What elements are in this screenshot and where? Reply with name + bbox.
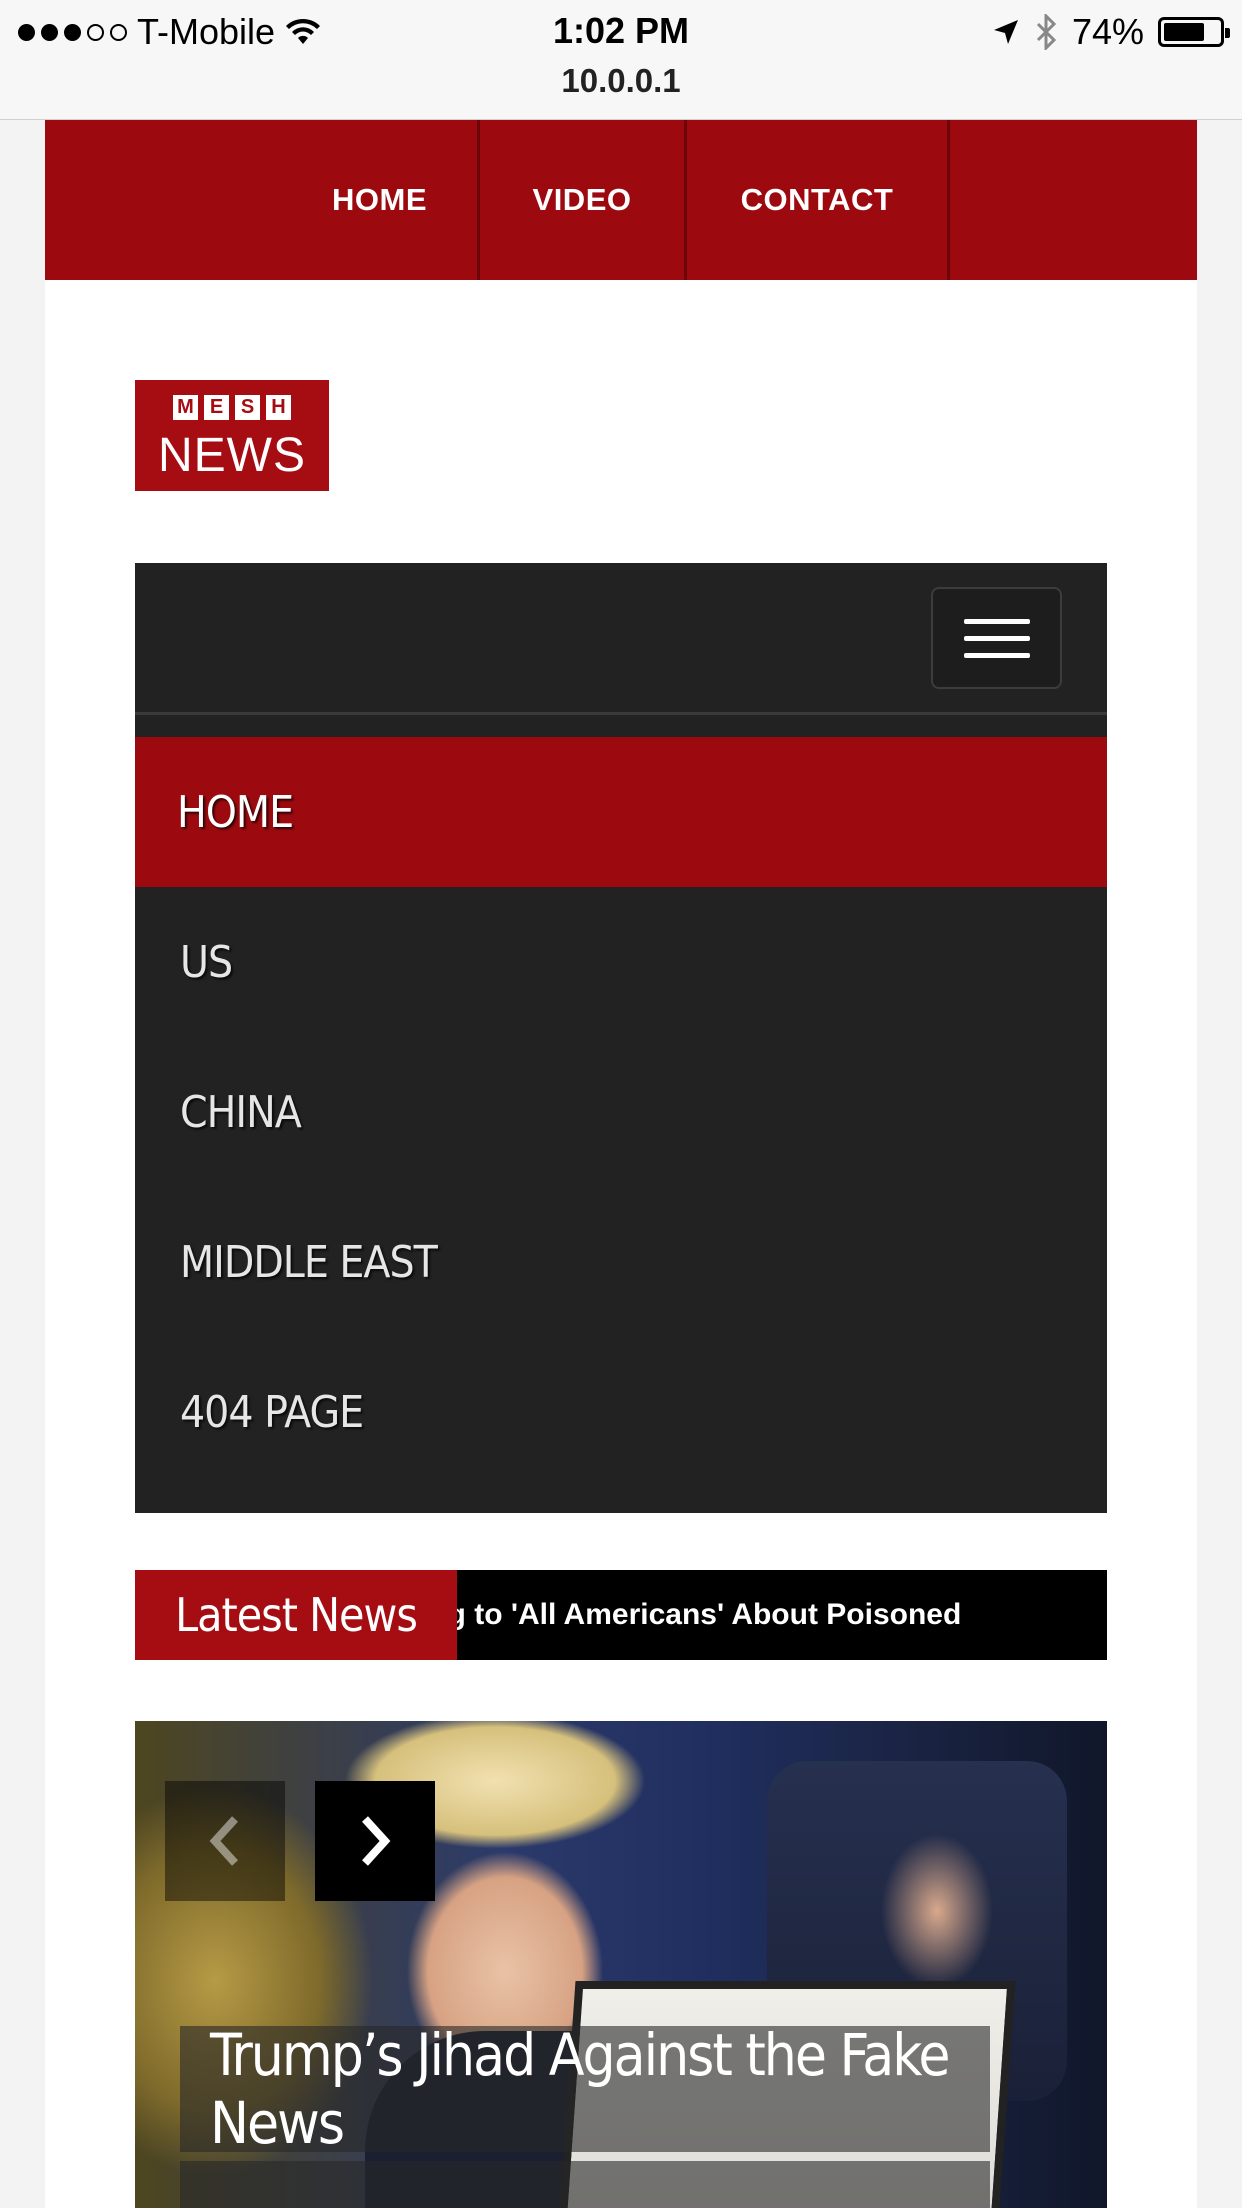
logo-word: NEWS <box>158 429 306 482</box>
ticker-label: Latest News <box>135 1570 457 1660</box>
menu-list: HOME US CHINA MIDDLE EAST 404 PAGE <box>135 737 1107 1487</box>
url-bar[interactable]: 10.0.0.1 <box>0 62 1242 100</box>
battery-percent: 74% <box>1071 11 1144 52</box>
chevron-left-icon <box>209 1816 238 1866</box>
logo-letter-m: M <box>173 395 198 420</box>
menu-item-china[interactable]: CHINA <box>135 1037 1107 1187</box>
location-arrow-icon <box>993 20 1018 44</box>
logo-letter-s: S <box>235 395 260 420</box>
site-logo[interactable]: M E S H NEWS <box>135 380 329 491</box>
slider-subcaption-band <box>180 2161 990 2208</box>
menu-header <box>135 563 1107 715</box>
latest-news-ticker: Latest News Warning to 'All Americans' A… <box>135 1570 1107 1660</box>
logo-letter-h: H <box>266 395 291 420</box>
ticker-headline[interactable]: Warning to 'All Americans' About Poisone… <box>457 1598 961 1632</box>
mobile-menu: HOME US CHINA MIDDLE EAST 404 PAGE <box>135 563 1107 1513</box>
slider-prev-button[interactable] <box>165 1781 285 1901</box>
slider-caption[interactable]: Trump’s Jihad Against the Fake News <box>180 2021 990 2157</box>
battery-icon <box>1158 17 1230 47</box>
chevron-right-icon <box>362 1816 391 1866</box>
top-nav: HOME VIDEO CONTACT <box>45 120 1197 280</box>
top-nav-home[interactable]: HOME <box>282 120 480 280</box>
logo-letters: M E S H <box>135 395 329 420</box>
menu-item-404-page[interactable]: 404 PAGE <box>135 1337 1107 1487</box>
slider-next-button[interactable] <box>315 1781 435 1901</box>
bluetooth-icon <box>1036 14 1057 50</box>
status-right: 74% <box>992 10 1230 54</box>
main-content: M E S H NEWS HOME US CHINA MIDDLE EAST 4… <box>45 280 1197 2208</box>
top-nav-video[interactable]: VIDEO <box>480 120 687 280</box>
menu-item-us[interactable]: US <box>135 887 1107 1037</box>
menu-item-home[interactable]: HOME <box>135 737 1107 887</box>
ticker-headline-area: Warning to 'All Americans' About Poisone… <box>457 1570 1107 1660</box>
logo-letter-e: E <box>204 395 229 420</box>
status-bar: T-Mobile 1:02 PM 10.0.0.1 74% <box>0 0 1242 120</box>
hamburger-menu-button[interactable] <box>931 587 1062 689</box>
top-nav-contact[interactable]: CONTACT <box>687 120 950 280</box>
top-nav-spacer <box>45 120 282 280</box>
menu-item-middle-east[interactable]: MIDDLE EAST <box>135 1187 1107 1337</box>
hamburger-icon <box>963 618 1030 624</box>
slider-caption-text: Trump’s Jihad Against the Fake News <box>210 2021 951 2157</box>
featured-slider: Trump’s Jihad Against the Fake News <box>135 1721 1107 2208</box>
